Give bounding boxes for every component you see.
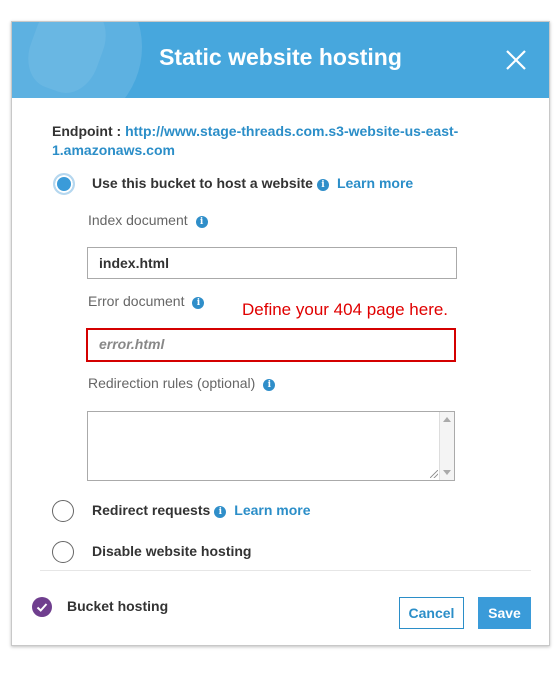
index-document-label: Index document i: [88, 212, 208, 228]
host-website-label: Use this bucket to host a website: [92, 175, 313, 191]
bucket-hosting-status: Bucket hosting: [67, 598, 169, 614]
info-icon[interactable]: i: [316, 179, 329, 191]
index-document-label-text: Index document: [88, 212, 188, 228]
redirection-rules-textarea[interactable]: [87, 411, 455, 481]
scroll-down-icon[interactable]: [443, 470, 451, 475]
redirect-requests-label: Redirect requests: [92, 502, 211, 518]
info-icon[interactable]: i: [214, 506, 227, 518]
error-document-label: Error document i: [88, 293, 205, 309]
dialog-header: Static website hosting: [12, 22, 549, 98]
info-icon[interactable]: i: [195, 216, 208, 228]
check-circle-icon: [32, 597, 52, 617]
scroll-up-icon[interactable]: [443, 417, 451, 422]
redirection-rules-label-text: Redirection rules (optional): [88, 375, 256, 391]
info-icon[interactable]: i: [192, 297, 205, 309]
footer-divider: [40, 570, 531, 571]
error-document-label-text: Error document: [88, 293, 185, 309]
close-icon[interactable]: [503, 47, 529, 73]
static-hosting-dialog: Static website hosting Endpoint : http:/…: [11, 21, 550, 646]
annotation-text: Define your 404 page here.: [242, 300, 449, 319]
redirect-requests-option: Redirect requests i Learn more: [92, 502, 311, 518]
learn-more-link[interactable]: Learn more: [337, 175, 413, 191]
textarea-scrollbar[interactable]: [439, 412, 454, 480]
disable-hosting-radio[interactable]: [52, 541, 74, 563]
info-icon[interactable]: i: [263, 379, 276, 391]
endpoint-row: Endpoint : http://www.stage-threads.com.…: [52, 122, 472, 160]
dialog-title: Static website hosting: [159, 44, 402, 70]
learn-more-link[interactable]: Learn more: [234, 502, 310, 518]
endpoint-label: Endpoint :: [52, 123, 122, 139]
error-document-input[interactable]: error.html: [86, 328, 456, 362]
disable-hosting-label: Disable website hosting: [92, 543, 252, 559]
redirect-requests-radio[interactable]: [52, 500, 74, 522]
host-website-radio[interactable]: [53, 173, 75, 195]
index-document-input[interactable]: index.html: [87, 247, 457, 279]
redirection-rules-label: Redirection rules (optional) i: [88, 375, 276, 391]
cancel-button[interactable]: Cancel: [399, 597, 464, 629]
resize-handle-icon[interactable]: [430, 470, 438, 478]
save-button[interactable]: Save: [478, 597, 531, 629]
host-website-option: Use this bucket to host a website i Learn …: [92, 175, 413, 191]
